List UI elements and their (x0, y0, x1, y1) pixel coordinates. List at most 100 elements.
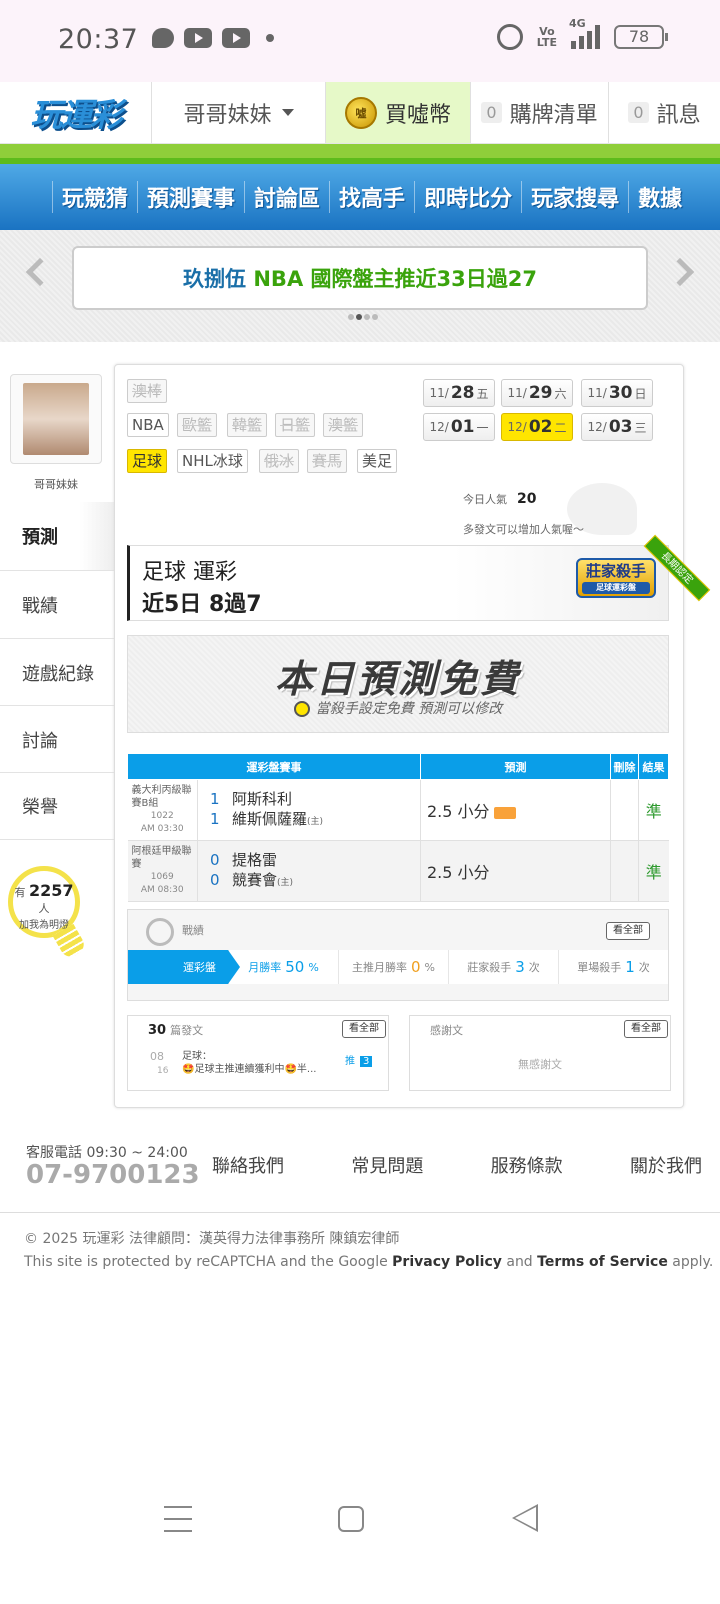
menu-item-player-search[interactable]: 玩家搜尋 (521, 181, 628, 213)
service-phone[interactable]: 07-9700123 (26, 1160, 200, 1190)
avatar[interactable] (10, 374, 102, 464)
carousel-prev-icon[interactable] (25, 257, 55, 287)
chat-icon (152, 28, 174, 48)
terms-of-service-link[interactable]: Terms of Service (537, 1254, 668, 1270)
caret-down-icon (281, 109, 294, 116)
menu-item-live-score[interactable]: 即時比分 (414, 181, 521, 213)
footer-link-faq[interactable]: 常見問題 (351, 1152, 423, 1178)
target-icon (146, 918, 174, 946)
status-bar: 20:37 Vo LTE 4G 78 (0, 0, 720, 82)
free-prediction-banner: 本日預測免費 當殺手設定免費 預測可以修改 (127, 635, 669, 733)
banner-carousel: 玖捌伍 NBA 國際盤主推近33日過27 (0, 230, 720, 342)
league-cell: 義大利丙級聯賽B組 1022 AM 03:30 (127, 779, 198, 841)
sport-tag-russia-hockey[interactable]: 俄冰 (259, 449, 300, 473)
user-menu-dropdown[interactable]: 哥哥妹妹 (152, 82, 326, 143)
coin-icon: 噓 (344, 96, 377, 129)
sport-tag-aus-baseball[interactable]: 澳棒 (127, 379, 168, 403)
posts-view-all-button[interactable]: 看全部 (342, 1020, 386, 1038)
hot-pick-icon (493, 806, 516, 819)
sport-tag-horse-racing[interactable]: 賽馬 (307, 449, 348, 473)
avatar-image (23, 383, 89, 455)
footer-divider (0, 1212, 720, 1213)
post-item[interactable]: 08 16 足球： 🤩足球主推連續獲利中🤩半... 推3 (134, 1050, 382, 1078)
alarm-icon (496, 24, 523, 50)
post-date: 08 16 (150, 1050, 169, 1076)
battery-icon: 78 (614, 25, 668, 49)
date-button-selected[interactable]: 12/02 二 (501, 413, 573, 441)
col-delete: 刪除 (610, 753, 639, 780)
footer-link-contact[interactable]: 聯絡我們 (212, 1152, 284, 1178)
date-button[interactable]: 11/28 五 (423, 379, 495, 407)
header-divider (0, 144, 720, 164)
privacy-policy-link[interactable]: Privacy Policy (392, 1254, 502, 1270)
site-logo[interactable]: 玩運彩 (0, 82, 152, 144)
thanks-view-all-button[interactable]: 看全部 (624, 1020, 668, 1038)
sport-tag-american-football[interactable]: 美足 (357, 449, 398, 473)
lightbulb-icon (293, 701, 310, 717)
user-menu-label: 哥哥妹妹 (183, 102, 272, 128)
sport-tag-korea-basketball[interactable]: 韓籃 (227, 413, 268, 437)
date-button[interactable]: 11/29 六 (501, 379, 573, 407)
host-monthly-win-rate: 主推月勝率 0% (338, 950, 448, 984)
carousel-dots (348, 314, 378, 320)
record-category: 足球 運彩 (142, 560, 237, 585)
footer-link-about[interactable]: 關於我們 (630, 1152, 702, 1178)
notification-icons (152, 28, 274, 48)
buy-coin-label: 買噓幣 (384, 102, 451, 128)
sport-tag-nba[interactable]: NBA (127, 413, 169, 437)
banker-killer-count: 莊家殺手 3 次 (448, 950, 558, 984)
messages-button[interactable]: 0 訊息 (608, 82, 720, 143)
purchase-list-button[interactable]: 0 購牌清單 (470, 82, 608, 143)
menu-item-find-expert[interactable]: 找高手 (329, 181, 414, 213)
logo-text: 玩運彩 (30, 96, 122, 134)
banner-expert: 玖捌伍 (183, 267, 247, 291)
prediction-panel: 澳棒 NBA 歐籃 韓籃 日籃 澳籃 足球 NHL冰球 俄冰 賽馬 美足 11/… (114, 364, 711, 1108)
cart-label: 購牌清單 (509, 102, 598, 128)
league-cell: 阿根廷甲級聯賽 1069 AM 08:30 (127, 840, 198, 902)
banner-link[interactable]: 玖捌伍 NBA 國際盤主推近33日過27 (72, 246, 648, 310)
main-menu: 玩競猜 預測賽事 討論區 找高手 即時比分 玩家搜尋 數據 (0, 164, 720, 230)
cart-count-badge: 0 (481, 102, 502, 123)
sport-tag-aus-basketball[interactable]: 澳籃 (323, 413, 364, 437)
sport-tag-nhl[interactable]: NHL冰球 (177, 449, 248, 473)
col-event: 運彩盤賽事 (127, 753, 421, 780)
menu-item-guess[interactable]: 玩競猜 (52, 181, 137, 213)
thanks-title: 感謝文 (430, 1024, 463, 1037)
buy-coin-button[interactable]: 噓 買噓幣 (326, 82, 470, 143)
post-text: 足球： 🤩足球主推連續獲利中🤩半... (182, 1051, 317, 1075)
carousel-next-icon[interactable] (665, 257, 695, 287)
col-result: 結果 (638, 753, 669, 780)
table-row: 義大利丙級聯賽B組 1022 AM 03:30 1 阿斯科利 1 維斯佩薩羅(主) 2.… (127, 779, 669, 841)
stats-view-all-button[interactable]: 看全部 (606, 922, 650, 940)
date-button[interactable]: 12/03 三 (581, 413, 653, 441)
prediction-table: 運彩盤賽事 預測 刪除 結果 義大利丙級聯賽B組 1022 AM 03:30 1 阿斯… (127, 753, 669, 902)
home-icon[interactable] (338, 1506, 364, 1532)
side-tab-game-history[interactable]: 遊戲紀錄 (0, 638, 114, 706)
menu-item-predict[interactable]: 預測賽事 (137, 181, 244, 213)
youtube-icon (222, 28, 250, 48)
sport-tag-soccer[interactable]: 足球 (127, 449, 168, 473)
service-hours: 客服電話 09:30 ~ 24:00 (26, 1145, 188, 1161)
back-icon[interactable] (512, 1504, 538, 1532)
prediction-cell: 2.5 小分 (420, 840, 611, 902)
side-tab-discussion[interactable]: 討論 (0, 705, 114, 773)
col-prediction: 預測 (420, 753, 611, 780)
side-tab-honor[interactable]: 榮譽 (0, 772, 114, 840)
recent-apps-icon[interactable] (164, 1506, 192, 1532)
today-popularity: 今日人氣 20 (463, 491, 537, 507)
signal-icon: 4G (569, 17, 600, 49)
menu-item-forum[interactable]: 討論區 (244, 181, 329, 213)
sport-tag-japan-basketball[interactable]: 日籃 (275, 413, 316, 437)
side-tab-predict[interactable]: 預測 (0, 502, 114, 570)
status-time: 20:37 (58, 24, 139, 55)
date-button[interactable]: 11/30 日 (581, 379, 653, 407)
date-button[interactable]: 12/01 一 (423, 413, 495, 441)
more-notifications-icon (266, 34, 274, 42)
menu-item-data[interactable]: 數據 (628, 181, 691, 213)
sport-tag-euro-basketball[interactable]: 歐籃 (177, 413, 218, 437)
footer-link-terms[interactable]: 服務條款 (491, 1152, 563, 1178)
side-tab-record[interactable]: 戰績 (0, 570, 114, 638)
messages-label: 訊息 (656, 102, 701, 128)
profile-name: 哥哥妹妹 (34, 478, 78, 491)
record-summary: 近5日 8過7 (142, 592, 262, 617)
